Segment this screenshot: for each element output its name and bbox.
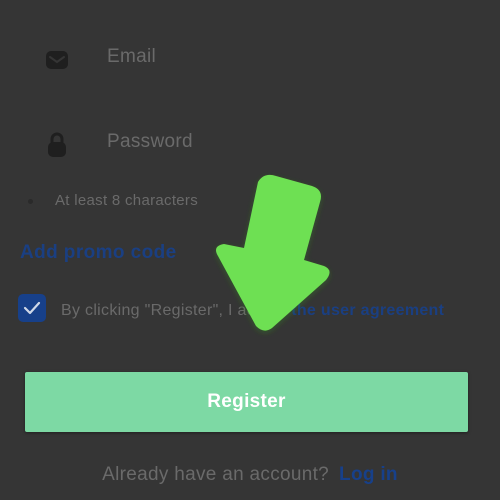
agreement-text: By clicking "Register", I accept the use… (61, 298, 461, 323)
login-prompt: Already have an account? (102, 464, 330, 485)
email-placeholder: Email (107, 46, 157, 67)
lock-icon (44, 131, 70, 157)
password-hint-text: At least 8 characters (55, 192, 199, 209)
password-placeholder: Password (107, 131, 193, 152)
user-agreement-link[interactable]: the user agreement (291, 302, 444, 319)
password-field[interactable]: Password (0, 115, 500, 175)
add-promo-code-link[interactable]: Add promo code (20, 242, 177, 264)
login-link[interactable]: Log in (339, 464, 398, 485)
check-icon (23, 301, 41, 315)
login-prompt-row: Already have an account? Log in (0, 464, 500, 486)
password-hint: At least 8 characters (28, 192, 198, 209)
agreement-checkbox[interactable] (18, 294, 46, 322)
envelope-icon (44, 47, 70, 73)
email-field[interactable]: Email (0, 30, 500, 90)
register-button[interactable]: Register (25, 372, 468, 432)
bullet-icon (28, 198, 33, 204)
agreement-label: By clicking "Register", I accept (61, 302, 292, 319)
